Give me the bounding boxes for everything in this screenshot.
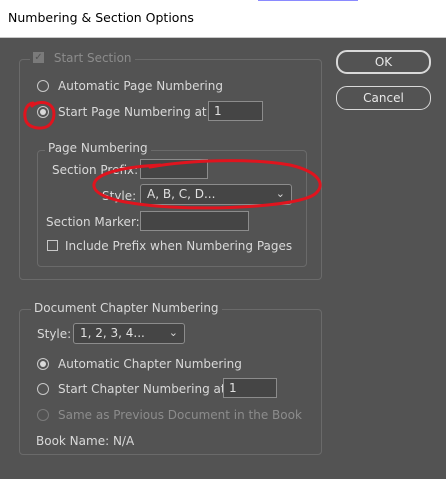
chapter-style-label: Style: [37,327,72,341]
automatic-chapter-numbering-radio[interactable] [37,358,49,370]
same-as-previous-radio[interactable] [37,409,49,421]
title-bar: Numbering & Section Options [0,0,446,38]
cancel-button[interactable]: Cancel [336,86,431,110]
same-as-previous-label: Same as Previous Document in the Book [58,408,302,422]
automatic-chapter-numbering-label[interactable]: Automatic Chapter Numbering [58,357,242,371]
window-title: Numbering & Section Options [8,10,194,25]
start-chapter-number-input[interactable]: 1 [223,378,277,398]
ok-button[interactable]: OK [336,50,431,74]
start-page-numbering-label[interactable]: Start Page Numbering at: [58,105,211,119]
start-chapter-numbering-label[interactable]: Start Chapter Numbering at: [58,382,230,396]
start-section-label: Start Section [53,51,132,65]
dialog-body: ✓ Start Section Automatic Page Numbering… [3,38,446,479]
automatic-page-numbering-radio[interactable] [37,80,49,92]
book-name-label: Book Name: N/A [36,434,135,448]
chevron-down-icon: ⌄ [168,326,178,339]
start-section-legend: ✓ Start Section [30,51,135,67]
automatic-page-numbering-label[interactable]: Automatic Page Numbering [58,79,223,93]
chapter-numbering-group-label: Document Chapter Numbering [31,301,222,315]
section-prefix-label: Section Prefix: [52,163,139,177]
section-marker-input[interactable] [140,211,249,231]
page-style-value: A, B, C, D... [147,187,216,201]
include-prefix-label[interactable]: Include Prefix when Numbering Pages [65,239,292,253]
chapter-style-dropdown[interactable]: 1, 2, 3, 4... ⌄ [73,323,185,344]
start-chapter-numbering-radio[interactable] [37,383,49,395]
title-bar-accent [258,0,358,1]
start-page-number-input[interactable]: 1 [208,101,263,121]
section-marker-label: Section Marker: [46,215,140,229]
chapter-style-value: 1, 2, 3, 4... [80,326,145,340]
page-numbering-group-label: Page Numbering [45,141,151,155]
section-prefix-input[interactable] [140,159,208,179]
page-style-label: Style: [102,189,137,203]
start-page-numbering-radio[interactable] [37,106,49,118]
include-prefix-checkbox[interactable] [47,240,58,251]
chevron-down-icon: ⌄ [275,187,285,200]
start-section-checkbox[interactable]: ✓ [33,52,44,63]
page-style-dropdown[interactable]: A, B, C, D... ⌄ [140,184,292,205]
